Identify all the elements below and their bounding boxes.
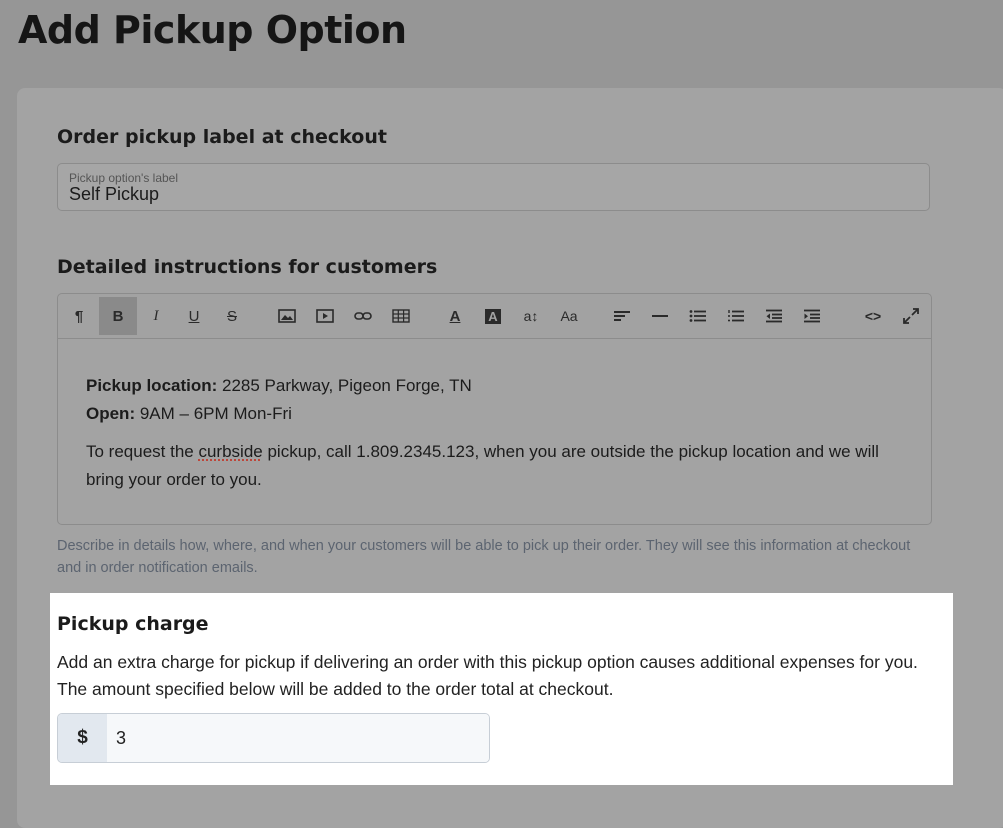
paragraph-icon[interactable]: ¶ xyxy=(60,297,98,335)
instructions-hint: Describe in details how, where, and when… xyxy=(57,535,927,579)
label-section-title: Order pickup label at checkout xyxy=(57,126,387,148)
link-icon[interactable] xyxy=(344,297,382,335)
font-size-glyph: Aa xyxy=(560,308,577,324)
line-height-glyph: a↕ xyxy=(524,308,539,324)
pickup-charge-field[interactable]: $ xyxy=(57,713,490,763)
rich-text-editor[interactable]: ¶ B I U S A A a↕ Aa <> Pickup location: … xyxy=(57,293,932,525)
line-height-icon[interactable]: a↕ xyxy=(512,297,550,335)
hours-line: Open: 9AM – 6PM Mon-Fri xyxy=(86,400,916,428)
hours-value: 9AM – 6PM Mon-Fri xyxy=(135,404,292,423)
instructions-paragraph: To request the curbside pickup, call 1.8… xyxy=(86,438,916,494)
instructions-section-title: Detailed instructions for customers xyxy=(57,256,437,278)
horizontal-rule-icon[interactable] xyxy=(641,297,679,335)
strikethrough-icon[interactable]: S xyxy=(213,297,251,335)
background-color-icon[interactable]: A xyxy=(474,297,512,335)
text-color-glyph: A xyxy=(450,308,461,325)
currency-prefix: $ xyxy=(58,714,107,762)
paragraph-glyph: ¶ xyxy=(75,308,83,325)
italic-glyph: I xyxy=(154,308,159,325)
bullet-list-icon[interactable] xyxy=(679,297,717,335)
editor-toolbar: ¶ B I U S A A a↕ Aa <> xyxy=(58,294,931,339)
pickup-charge-section: Pickup charge Add an extra charge for pi… xyxy=(50,593,953,785)
instructions-text-start: To request the xyxy=(86,442,198,461)
fullscreen-icon[interactable] xyxy=(892,297,930,335)
numbered-list-icon[interactable] xyxy=(717,297,755,335)
location-line: Pickup location: 2285 Parkway, Pigeon Fo… xyxy=(86,372,916,400)
editor-content[interactable]: Pickup location: 2285 Parkway, Pigeon Fo… xyxy=(86,372,916,494)
pickup-label-field[interactable]: Pickup option's label xyxy=(57,163,930,211)
strikethrough-glyph: S xyxy=(227,308,237,325)
image-icon[interactable] xyxy=(268,297,306,335)
pickup-charge-input[interactable] xyxy=(107,714,489,762)
bold-glyph: B xyxy=(113,308,124,325)
underline-icon[interactable]: U xyxy=(175,297,213,335)
code-view-icon[interactable]: <> xyxy=(854,297,892,335)
pickup-label-input[interactable] xyxy=(69,184,909,205)
italic-icon[interactable]: I xyxy=(137,297,175,335)
align-left-icon[interactable] xyxy=(603,297,641,335)
font-size-icon[interactable]: Aa xyxy=(550,297,588,335)
pickup-charge-title: Pickup charge xyxy=(57,613,209,635)
location-value: 2285 Parkway, Pigeon Forge, TN xyxy=(217,376,472,395)
pickup-charge-description: Add an extra charge for pickup if delive… xyxy=(57,649,937,703)
outdent-icon[interactable] xyxy=(755,297,793,335)
background-color-glyph: A xyxy=(485,309,500,324)
pickup-label-field-label: Pickup option's label xyxy=(69,171,178,185)
location-label: Pickup location: xyxy=(86,376,217,395)
video-icon[interactable] xyxy=(306,297,344,335)
table-icon[interactable] xyxy=(382,297,420,335)
bold-icon[interactable]: B xyxy=(99,297,137,335)
misspelled-word: curbside xyxy=(198,442,262,461)
code-view-glyph: <> xyxy=(865,308,881,324)
underline-glyph: U xyxy=(189,308,200,325)
indent-icon[interactable] xyxy=(793,297,831,335)
page-title: Add Pickup Option xyxy=(18,8,407,52)
text-color-icon[interactable]: A xyxy=(436,297,474,335)
hours-label: Open: xyxy=(86,404,135,423)
